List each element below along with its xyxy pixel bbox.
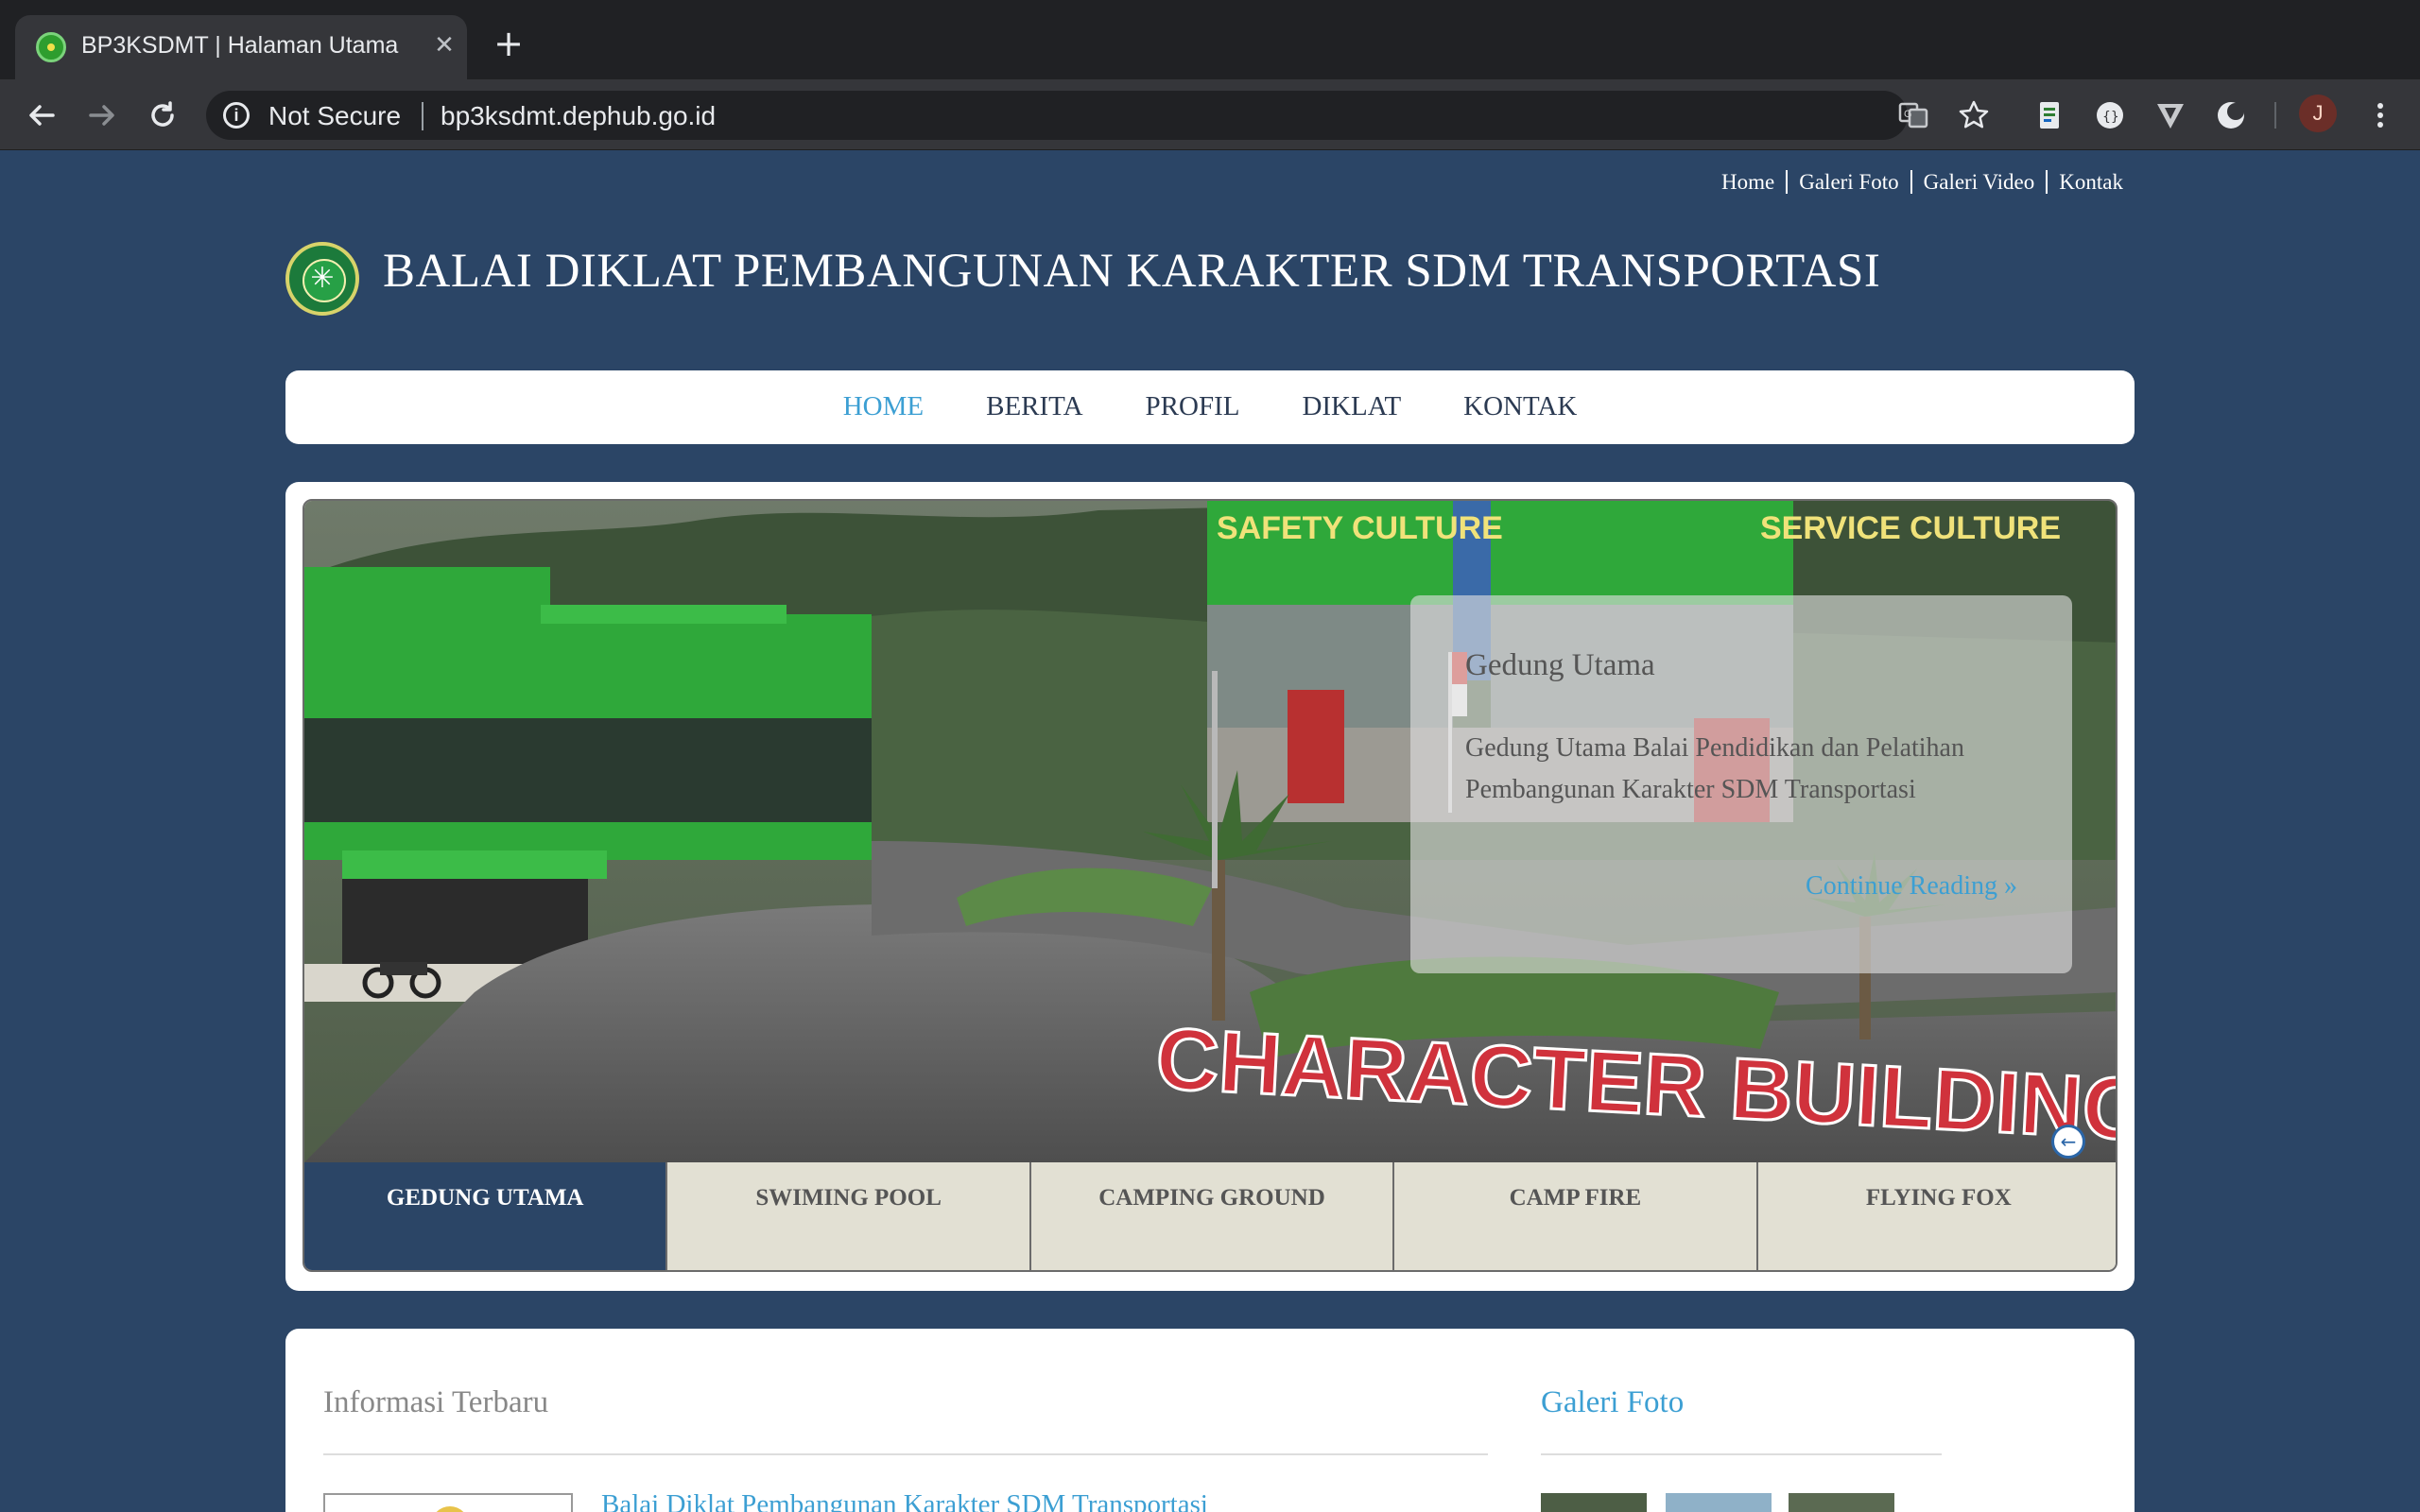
back-arrow-icon[interactable]	[21, 94, 62, 136]
featured-slider-card: SAFETY CULTURE SERVICE CULTURE CHARACTER…	[285, 482, 2135, 1291]
top-links: Home Galeri Foto Galeri Video Kontak	[1710, 170, 2135, 195]
sign-service-culture: SERVICE CULTURE	[1760, 510, 2061, 546]
site-title[interactable]: BALAI DIKLAT PEMBANGUNAN KARAKTER SDM TR…	[383, 244, 1880, 299]
top-link-galeri-video[interactable]: Galeri Video	[1910, 170, 2047, 194]
slide-image-gedung-utama[interactable]: SAFETY CULTURE SERVICE CULTURE CHARACTER…	[304, 501, 2116, 1162]
tab-title: BP3KSDMT | Halaman Utama	[81, 32, 399, 59]
slide-tab-swiming-pool[interactable]: SWIMING POOL	[667, 1162, 1031, 1270]
profile-avatar[interactable]: J	[2299, 94, 2337, 132]
menu-dots-icon[interactable]	[2363, 98, 2397, 132]
caption-text: Gedung Utama Balai Pendidikan dan Pelati…	[1465, 733, 1964, 804]
slider-tabs: GEDUNG UTAMA SWIMING POOL CAMPING GROUND…	[304, 1162, 2116, 1270]
slide-tab-camping-ground[interactable]: CAMPING GROUND	[1030, 1162, 1395, 1270]
content-section: Informasi Terbaru Balai Diklat Pembangun…	[285, 1329, 2135, 1512]
slide-tab-flying-fox[interactable]: FLYING FOX	[1757, 1162, 2116, 1270]
svg-text:{}: {}	[2102, 110, 2119, 125]
gallery-thumbnail[interactable]	[1666, 1493, 1772, 1512]
translate-icon[interactable]: G	[1896, 98, 1930, 132]
top-link-kontak[interactable]: Kontak	[2046, 170, 2135, 194]
browser-tab[interactable]: BP3KSDMT | Halaman Utama ✕	[15, 15, 467, 79]
bookmark-star-icon[interactable]	[1957, 98, 1991, 132]
omnibox-divider	[422, 102, 424, 130]
sign-safety-culture: SAFETY CULTURE	[1217, 510, 1503, 546]
new-tab-icon[interactable]: +	[490, 25, 527, 62]
top-link-home[interactable]: Home	[1710, 170, 1786, 194]
url-text[interactable]: bp3ksdmt.dephub.go.id	[441, 101, 716, 131]
top-link-galeri-foto[interactable]: Galeri Foto	[1786, 170, 1910, 194]
slider-prev-arrow-icon[interactable]: ←	[2051, 1125, 2085, 1159]
gallery-thumbnail[interactable]	[1789, 1493, 1894, 1512]
extension-sheet-icon[interactable]	[2032, 98, 2066, 132]
site-logo[interactable]	[285, 242, 359, 316]
security-label[interactable]: Not Secure	[268, 101, 401, 131]
slide-caption: Gedung Utama Gedung Utama Balai Pendidik…	[1410, 595, 2072, 973]
slide-tab-gedung-utama[interactable]: GEDUNG UTAMA	[304, 1162, 668, 1270]
slide-tab-camp-fire[interactable]: CAMP FIRE	[1394, 1162, 1758, 1270]
caption-title[interactable]: Gedung Utama	[1465, 648, 1655, 683]
toolbar-divider	[2274, 102, 2276, 129]
nav-item-home[interactable]: HOME	[843, 391, 924, 422]
nav-item-berita[interactable]: BERITA	[986, 391, 1082, 422]
site-favicon-icon	[36, 32, 66, 62]
extension-circle-icon[interactable]: {}	[2093, 98, 2127, 132]
reload-icon[interactable]	[142, 94, 183, 136]
latest-info-heading: Informasi Terbaru	[323, 1385, 549, 1419]
svg-text:G: G	[1904, 109, 1912, 120]
gallery-heading[interactable]: Galeri Foto	[1541, 1385, 1684, 1420]
browser-toolbar: i Not Secure bp3ksdmt.dephub.go.id G {} …	[0, 79, 2420, 150]
address-bar[interactable]: i Not Secure bp3ksdmt.dephub.go.id	[206, 91, 1908, 140]
gallery-thumbnail[interactable]	[1541, 1493, 1647, 1512]
news-headline-link[interactable]: Balai Diklat Pembangunan Karakter SDM Tr…	[601, 1489, 1208, 1512]
close-tab-icon[interactable]: ✕	[427, 28, 461, 62]
divider	[323, 1453, 1488, 1455]
news-thumbnail[interactable]	[323, 1493, 573, 1512]
forward-arrow-icon[interactable]	[81, 94, 123, 136]
nav-item-kontak[interactable]: KONTAK	[1463, 391, 1577, 422]
extension-moon-icon[interactable]	[2214, 98, 2248, 132]
main-navigation: HOME BERITA PROFIL DIKLAT KONTAK	[285, 370, 2135, 444]
info-icon[interactable]: i	[223, 102, 250, 129]
extension-v-icon[interactable]	[2153, 98, 2187, 132]
continue-reading-link[interactable]: Continue Reading »	[1806, 871, 2017, 902]
browser-tab-strip: BP3KSDMT | Halaman Utama ✕ +	[0, 0, 2420, 79]
slider-frame: SAFETY CULTURE SERVICE CULTURE CHARACTER…	[302, 499, 2118, 1272]
divider	[1541, 1453, 1942, 1455]
nav-item-diklat[interactable]: DIKLAT	[1302, 391, 1401, 422]
nav-item-profil[interactable]: PROFIL	[1146, 391, 1240, 422]
